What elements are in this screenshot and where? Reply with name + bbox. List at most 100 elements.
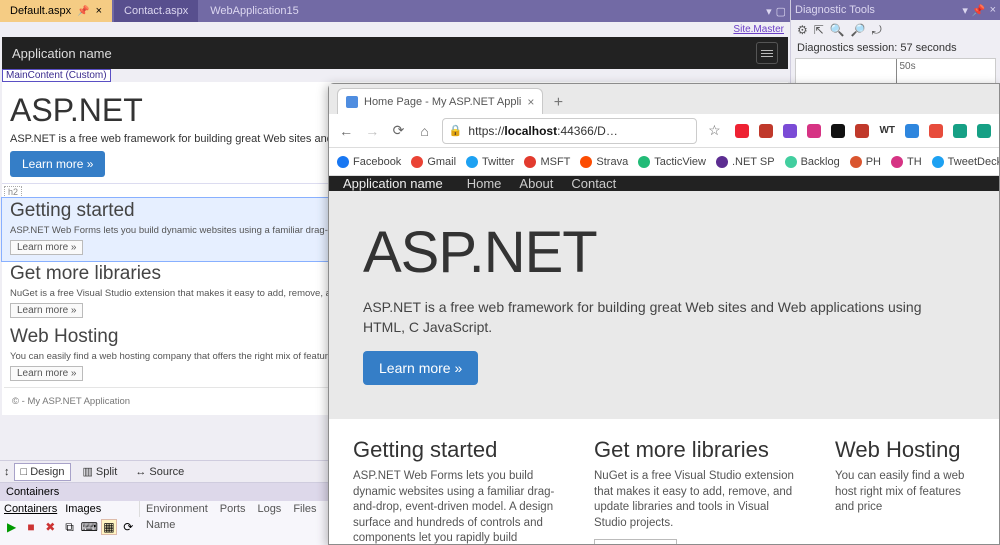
bookmark-item[interactable]: PH <box>850 156 881 168</box>
view-design[interactable]: □ Design <box>14 463 72 481</box>
col-hosting: Web Hosting You can easily find a web ho… <box>835 437 975 544</box>
favorite-icon[interactable]: ☆ <box>705 121 723 141</box>
appbar-brand[interactable]: Application name <box>12 46 112 61</box>
timeline-tick: 50s <box>899 61 915 72</box>
bookmark-item[interactable]: Backlog <box>785 156 840 168</box>
bookmark-item[interactable]: Strava <box>580 156 628 168</box>
address-bar-row: ← → ⟳ ⌂ 🔒 https://localhost:44366/D… ☆ W… <box>329 114 999 148</box>
bookmark-item[interactable]: Facebook <box>337 156 401 168</box>
tab-label: Default.aspx <box>10 5 71 17</box>
reset-zoom-icon[interactable]: ⤾ <box>872 23 882 38</box>
terminal-icon[interactable]: ⌨ <box>81 519 97 535</box>
stop-icon[interactable]: ■ <box>23 519 38 535</box>
h2-tag[interactable]: h2 <box>4 186 22 198</box>
window-icon[interactable]: ▢ <box>776 5 786 18</box>
extension-icon[interactable] <box>905 124 919 138</box>
learn-more-link[interactable]: Learn more » <box>594 539 677 544</box>
highlight-icon[interactable]: ▦ <box>101 519 116 535</box>
extension-icon[interactable] <box>953 124 967 138</box>
play-icon[interactable]: ▶ <box>4 519 19 535</box>
extension-icon[interactable] <box>783 124 797 138</box>
col-files[interactable]: Files <box>293 503 316 515</box>
page-navbar: Application name Home About Contact <box>329 176 999 191</box>
nav-about[interactable]: About <box>519 176 553 191</box>
expand-icon[interactable]: ↕ <box>4 466 10 478</box>
view-split[interactable]: ▥ Split <box>75 462 124 481</box>
back-icon[interactable]: ← <box>337 121 355 141</box>
close-icon[interactable]: × <box>990 4 996 16</box>
learn-more-button[interactable]: Learn more » <box>363 351 478 385</box>
bookmark-item[interactable]: Gmail <box>411 156 456 168</box>
bookmark-item[interactable]: Twitter <box>466 156 514 168</box>
hamburger-icon[interactable] <box>756 42 778 64</box>
col-libraries: Get more libraries NuGet is a free Visua… <box>594 437 803 544</box>
address-bar[interactable]: 🔒 https://localhost:44366/D… <box>442 118 698 144</box>
col-title: Getting started <box>353 437 562 463</box>
browser-window: Home Page - My ASP.NET Appli × + ← → ⟳ ⌂… <box>328 83 1000 545</box>
select-tools-icon[interactable]: ⇱ <box>814 23 824 37</box>
extension-icon[interactable] <box>759 124 773 138</box>
browser-tab[interactable]: Home Page - My ASP.NET Appli × <box>337 88 543 114</box>
learn-more-link[interactable]: Learn more » <box>10 303 83 318</box>
extension-icon[interactable] <box>977 124 991 138</box>
close-icon[interactable]: × <box>527 95 534 109</box>
doc-tab-project[interactable]: WebApplication15 <box>200 0 308 22</box>
nav-brand[interactable]: Application name <box>343 176 443 191</box>
hero-title: ASP.NET <box>363 219 965 286</box>
doc-tab-default[interactable]: Default.aspx 📌 × <box>0 0 112 22</box>
col-env[interactable]: Environment <box>146 503 208 515</box>
content-placeholder-tag[interactable]: MainContent (Custom) <box>2 69 111 82</box>
bookmark-item[interactable]: TacticView <box>638 156 706 168</box>
extension-icon[interactable] <box>855 124 869 138</box>
col-body: You can easily find a web host right mix… <box>835 469 975 516</box>
site-master-link[interactable]: Site.Master <box>733 24 784 35</box>
pin-icon[interactable]: 📌 <box>972 4 986 17</box>
zoom-out-icon[interactable]: 🔎 <box>851 23 866 37</box>
nav-contact[interactable]: Contact <box>571 176 616 191</box>
close-icon[interactable]: × <box>96 5 102 17</box>
diag-title-text: Diagnostic Tools <box>795 4 875 16</box>
chevron-down-icon[interactable]: ▾ <box>766 5 772 18</box>
doc-tab-contact[interactable]: Contact.aspx <box>114 0 198 22</box>
inspect-icon[interactable]: ⧉ <box>62 519 77 535</box>
bookmark-item[interactable]: TH <box>891 156 922 168</box>
gear-icon[interactable]: ⚙ <box>797 23 808 37</box>
extension-icon[interactable] <box>807 124 821 138</box>
bookmark-item[interactable]: MSFT <box>524 156 570 168</box>
col-logs[interactable]: Logs <box>257 503 281 515</box>
learn-more-link[interactable]: Learn more » <box>10 366 83 381</box>
learn-more-button[interactable]: Learn more » <box>10 151 105 177</box>
page-columns: Getting started ASP.NET Web Forms lets y… <box>329 419 999 544</box>
delete-icon[interactable]: ✖ <box>43 519 58 535</box>
extension-icon[interactable]: WT <box>879 125 895 136</box>
tab-containers[interactable]: Containers <box>4 503 57 515</box>
learn-more-link[interactable]: Learn more » <box>10 240 83 255</box>
page-content: Application name Home About Contact ASP.… <box>329 176 999 544</box>
extension-icon[interactable] <box>929 124 943 138</box>
reload-icon[interactable]: ⟳ <box>389 121 407 141</box>
new-tab-button[interactable]: + <box>547 92 569 114</box>
tab-label: WebApplication15 <box>210 5 298 17</box>
bookmark-item[interactable]: .NET SP <box>716 156 775 168</box>
favicon-icon <box>346 96 358 108</box>
col-ports[interactable]: Ports <box>220 503 246 515</box>
extension-icons: WT <box>735 124 991 138</box>
zoom-in-icon[interactable]: 🔍 <box>830 23 845 37</box>
diag-titlebar[interactable]: Diagnostic Tools ▾ 📌 × <box>791 0 1000 20</box>
pin-icon[interactable]: 📌 <box>77 6 89 17</box>
browser-titlebar[interactable]: Home Page - My ASP.NET Appli × + <box>329 84 999 114</box>
containers-tabs: Containers Images <box>0 501 140 517</box>
home-icon[interactable]: ⌂ <box>416 121 434 141</box>
nav-home[interactable]: Home <box>467 176 502 191</box>
view-source[interactable]: ↔ Source <box>128 463 191 481</box>
lock-icon: 🔒 <box>449 124 463 137</box>
diag-toolbar: ⚙ ⇱ 🔍 🔎 ⤾ <box>791 20 1000 40</box>
page-hero: ASP.NET ASP.NET is a free web framework … <box>329 191 999 419</box>
diagnostic-tools-panel: Diagnostic Tools ▾ 📌 × ⚙ ⇱ 🔍 🔎 ⤾ Diagnos… <box>790 0 1000 92</box>
bookmark-item[interactable]: TweetDeck <box>932 156 999 168</box>
refresh-icon[interactable]: ⟳ <box>121 519 136 535</box>
chevron-down-icon[interactable]: ▾ <box>962 4 968 17</box>
extension-icon[interactable] <box>735 124 749 138</box>
tab-images[interactable]: Images <box>65 503 101 515</box>
extension-icon[interactable] <box>831 124 845 138</box>
